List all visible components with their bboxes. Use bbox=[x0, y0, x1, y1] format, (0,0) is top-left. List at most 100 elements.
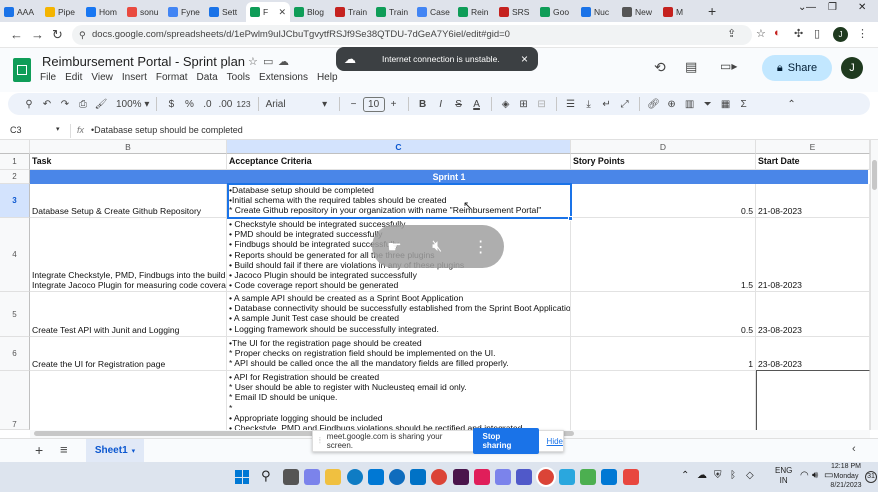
explore-arrow-icon[interactable]: ‹ bbox=[852, 443, 856, 455]
zoom-select[interactable]: 100% ▾ bbox=[114, 99, 151, 110]
criteria-cell[interactable]: •The UI for the registration page should… bbox=[227, 337, 571, 371]
menu-item-format[interactable]: Format bbox=[156, 72, 188, 83]
story-points-cell[interactable]: 1 bbox=[571, 337, 756, 371]
fill-color-icon[interactable]: ◈ bbox=[497, 99, 515, 110]
task-view-icon[interactable] bbox=[283, 469, 299, 485]
menu-item-data[interactable]: Data bbox=[197, 72, 218, 83]
star-icon[interactable]: ☆ bbox=[248, 55, 258, 68]
text-rotation-icon[interactable]: ⤢ bbox=[616, 99, 634, 110]
decrease-decimal-button[interactable]: .0 bbox=[198, 99, 216, 110]
task-cell[interactable] bbox=[30, 371, 227, 430]
bookmark-star-icon[interactable]: ☆ bbox=[756, 27, 766, 40]
percent-format-button[interactable]: % bbox=[180, 99, 198, 110]
security-icon[interactable]: ⛨ bbox=[714, 470, 722, 481]
search-menus-icon[interactable]: ⚲ bbox=[20, 99, 38, 110]
language-indicator[interactable]: ENG IN bbox=[775, 466, 792, 486]
font-dropdown-icon[interactable]: ▾ bbox=[316, 99, 334, 110]
share-page-icon[interactable]: ⇪ bbox=[727, 27, 736, 40]
start-date-cell[interactable]: 23-08-2023 bbox=[756, 292, 870, 337]
add-sheet-button[interactable]: + bbox=[35, 442, 43, 458]
version-history-icon[interactable]: ⟲ bbox=[654, 59, 666, 76]
increase-font-size-button[interactable]: + bbox=[385, 99, 403, 110]
redo-icon[interactable]: ↷ bbox=[56, 99, 74, 110]
url-bar[interactable]: ⚲ docs.google.com/spreadsheets/d/1ePwlm9… bbox=[72, 25, 752, 45]
column-header-d[interactable]: D bbox=[571, 140, 756, 154]
menu-item-edit[interactable]: Edit bbox=[65, 72, 82, 83]
browser-tab[interactable]: New bbox=[618, 2, 659, 22]
onedrive-icon[interactable]: ☁ bbox=[697, 470, 707, 481]
browser-tab[interactable]: sonu bbox=[123, 2, 164, 22]
browser-tab[interactable]: Rein bbox=[454, 2, 495, 22]
font-size-input[interactable]: 10 bbox=[362, 96, 385, 112]
move-folder-icon[interactable]: ▭ bbox=[263, 55, 273, 68]
text-color-button[interactable]: A bbox=[468, 99, 486, 110]
vscode-icon[interactable] bbox=[601, 469, 617, 485]
start-date-cell[interactable] bbox=[756, 371, 870, 430]
edge-icon[interactable] bbox=[347, 469, 363, 485]
task-cell[interactable]: Create the UI for Registration page bbox=[30, 337, 227, 371]
row-header-6[interactable]: 6 bbox=[0, 337, 30, 371]
menu-item-help[interactable]: Help bbox=[317, 72, 338, 83]
browser-tab[interactable]: Train bbox=[331, 2, 372, 22]
store-icon[interactable] bbox=[368, 469, 384, 485]
print-icon[interactable]: ⎙ bbox=[74, 99, 92, 110]
story-points-cell[interactable] bbox=[571, 371, 756, 430]
row-header-1[interactable]: 1 bbox=[0, 154, 30, 170]
more-options-icon[interactable]: ⋮ bbox=[473, 237, 489, 257]
browser-tab[interactable]: Case bbox=[413, 2, 454, 22]
meet-video-icon[interactable]: ▭▸ bbox=[720, 59, 737, 73]
tab-close-icon[interactable]: ✕ bbox=[278, 7, 286, 18]
mic-muted-icon[interactable]: 🔇︎ bbox=[432, 238, 442, 256]
browser-tab[interactable]: M bbox=[659, 2, 700, 22]
hand-cursor-icon[interactable]: ☛ bbox=[387, 237, 401, 257]
criteria-cell[interactable]: • A sample API should be created as a Sp… bbox=[227, 292, 571, 337]
name-box[interactable]: C3 bbox=[10, 125, 22, 135]
task-cell[interactable]: Database Setup & Create Github Repositor… bbox=[30, 184, 227, 218]
horizontal-align-icon[interactable]: ☰ bbox=[562, 99, 580, 110]
header-task[interactable]: Task bbox=[30, 154, 227, 170]
menu-item-view[interactable]: View bbox=[91, 72, 113, 83]
close-window-icon[interactable]: ✕ bbox=[858, 2, 866, 13]
puzzle-extensions-icon[interactable]: ✣ bbox=[794, 27, 803, 40]
sheets-logo-icon[interactable] bbox=[13, 58, 31, 82]
column-header-b[interactable]: B bbox=[30, 140, 227, 154]
teams-icon[interactable] bbox=[495, 469, 511, 485]
insert-chart-icon[interactable]: ▥ bbox=[681, 99, 699, 110]
more-formats-button[interactable]: 123 bbox=[234, 99, 252, 109]
story-points-cell[interactable]: 1.5 bbox=[571, 218, 756, 292]
browser-tab[interactable]: Goo bbox=[536, 2, 577, 22]
browser-tab[interactable]: Train bbox=[372, 2, 413, 22]
maximize-icon[interactable]: ❐ bbox=[828, 2, 837, 13]
chrome-active-icon[interactable] bbox=[536, 467, 556, 487]
filter-icon[interactable]: ⏷ bbox=[699, 99, 717, 110]
text-wrapping-icon[interactable]: ↵ bbox=[598, 99, 616, 110]
sidepanel-icon[interactable]: ▯ bbox=[814, 27, 820, 40]
browser-tab[interactable]: Pipe bbox=[41, 2, 82, 22]
profile-avatar[interactable]: J bbox=[833, 27, 848, 42]
new-tab-button[interactable]: + bbox=[700, 2, 724, 22]
start-date-cell[interactable]: 21-08-2023 bbox=[756, 218, 870, 292]
start-date-cell[interactable]: 23-08-2023 bbox=[756, 337, 870, 371]
row-header-2[interactable]: 2 bbox=[0, 170, 30, 184]
insert-link-icon[interactable]: 🔗︎ bbox=[645, 99, 663, 110]
red-app-icon[interactable] bbox=[623, 469, 639, 485]
name-box-dropdown-icon[interactable]: ▾ bbox=[56, 125, 60, 133]
story-points-cell[interactable]: 0.5 bbox=[571, 184, 756, 218]
browser-tab[interactable]: Blog bbox=[290, 2, 331, 22]
filter-views-icon[interactable]: ▦ bbox=[717, 99, 735, 110]
vertical-scroll-thumb[interactable] bbox=[872, 160, 877, 190]
minimize-icon[interactable]: — bbox=[806, 2, 816, 13]
start-date-cell[interactable]: 21-08-2023 bbox=[756, 184, 870, 218]
cloud-status-icon[interactable]: ☁ bbox=[278, 55, 289, 68]
browser-tab[interactable]: F ✕ bbox=[246, 2, 290, 22]
comments-icon[interactable]: ▤ bbox=[685, 59, 697, 75]
column-header-c[interactable]: C bbox=[227, 140, 571, 154]
formula-input[interactable]: •Database setup should be completed bbox=[91, 125, 243, 135]
menu-item-insert[interactable]: Insert bbox=[122, 72, 147, 83]
fill-handle[interactable] bbox=[568, 216, 573, 221]
select-all-corner[interactable] bbox=[0, 140, 30, 154]
outlook-icon[interactable] bbox=[410, 469, 426, 485]
bold-button[interactable]: B bbox=[414, 99, 432, 110]
borders-icon[interactable]: ⊞ bbox=[515, 99, 533, 110]
notification-count-badge[interactable]: 31 bbox=[865, 471, 877, 483]
